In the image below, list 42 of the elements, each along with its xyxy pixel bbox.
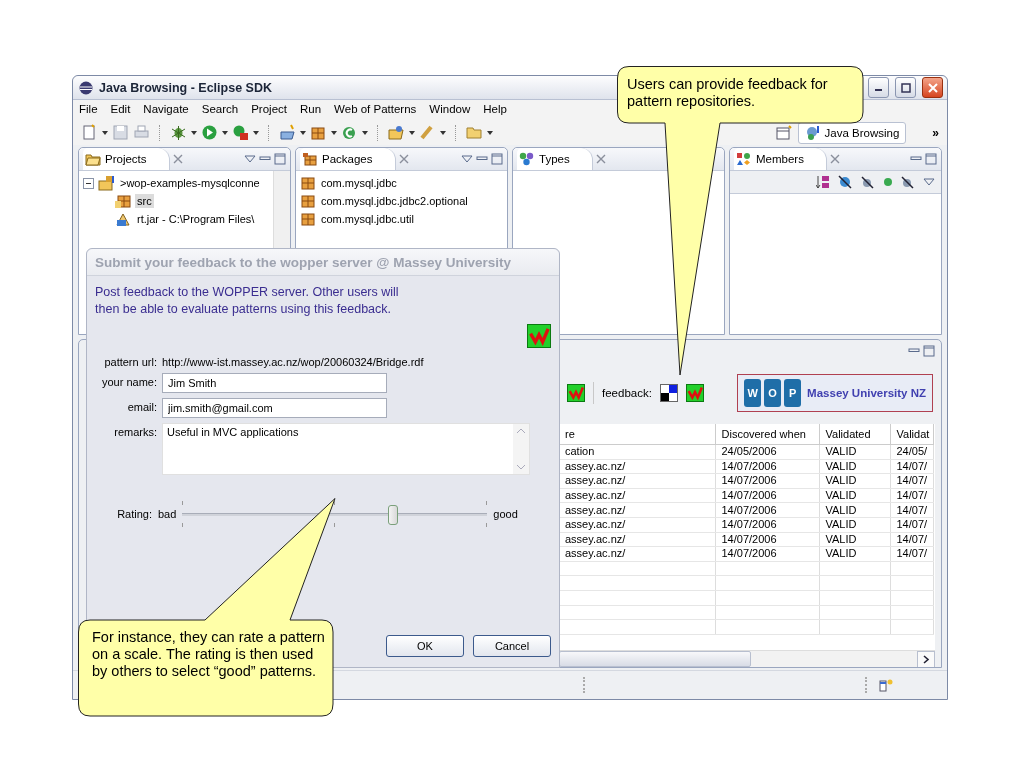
callout-text: For instance, they can rate a pattern on a scale. The rating is then used by others to select “good” patterns. (92, 629, 326, 680)
table-cell: VALID (819, 532, 890, 547)
field-label: pattern url: (103, 355, 157, 368)
table-cell: 14/07/ (890, 532, 933, 547)
table-cell: 14/07/2006 (715, 517, 819, 533)
table-cell: 14/07/2006 (715, 488, 819, 503)
table-cell: 14/07/ (890, 517, 933, 533)
table-cell: VALID (819, 459, 890, 474)
scale-high-label: good (493, 508, 518, 520)
table-cell: 24/05/2006 (715, 444, 819, 460)
table-cell: VALID (819, 502, 890, 518)
table-cell: 24/05/ (890, 444, 933, 460)
table-cell: VALID (819, 473, 890, 489)
table-cell: 14/07/2006 (715, 473, 819, 489)
table-cell: 14/07/ (890, 459, 933, 474)
table-cell: 14/07/ (890, 473, 933, 489)
field-label: your name: (100, 375, 157, 388)
pattern-url: http://www-ist.massey.ac.nz/wop/20060324/Bridge.rdf (162, 355, 424, 368)
table-cell: 14/07/2006 (715, 532, 819, 547)
table-cell: 14/07/ (890, 488, 933, 503)
logo-letter: W (744, 379, 762, 407)
table-cell: VALID (819, 517, 890, 533)
table-cell: 14/07/ (890, 502, 933, 518)
field-label: email: (126, 400, 157, 413)
logo-letter: O (764, 379, 782, 407)
table-cell: 14/07/2006 (715, 502, 819, 518)
scale-low-label: bad (158, 508, 177, 520)
table-cell: VALID (819, 488, 890, 503)
logo-caption: Massey University NZ (807, 387, 926, 399)
table-cell: VALID (819, 546, 890, 562)
logo-letter: P (784, 379, 802, 407)
feedback-label: feedback: (602, 387, 652, 399)
table-cell: VALID (819, 444, 890, 460)
table-cell: 14/07/2006 (715, 546, 819, 562)
field-label: remarks: (113, 425, 157, 438)
dialog-description: Post feedback to the WOPPER server. Other users will then be able to evaluate patterns using this feedback. (95, 284, 400, 318)
callout-text: Users can provide feedback for pattern repositories. (627, 76, 829, 110)
table-cell: 14/07/2006 (715, 459, 819, 474)
rating-label: Rating: (116, 508, 152, 520)
window-title: Java Browsing - Eclipse SDK (99, 80, 272, 95)
table-cell: 14/07/ (890, 546, 933, 562)
dialog-title: Submit your feedback to the wopper server @ Massey University (87, 249, 559, 276)
